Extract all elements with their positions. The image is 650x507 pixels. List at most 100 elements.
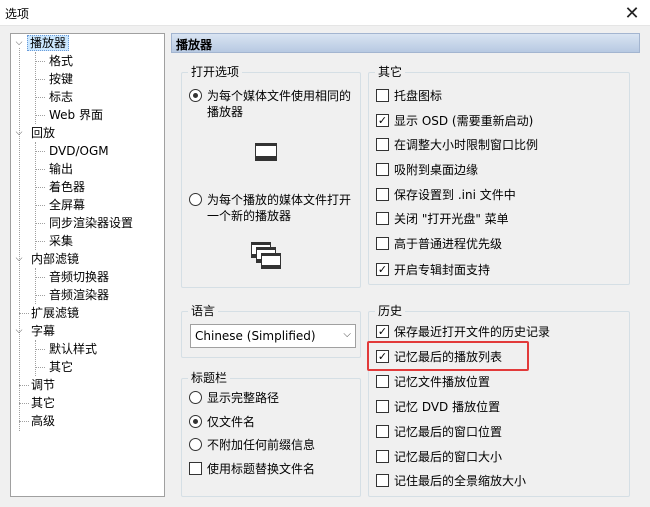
- checkbox-replace-title[interactable]: 使用标题替换文件名: [189, 459, 315, 477]
- tree-item-capture[interactable]: 采集: [45, 232, 77, 250]
- tree-item-web-ui[interactable]: Web 界面: [45, 106, 107, 124]
- radio-same-player[interactable]: 为每个媒体文件使用相同的播放器: [189, 88, 359, 120]
- checkbox[interactable]: [189, 461, 202, 475]
- group-title: 历史: [375, 304, 406, 318]
- tree-item-label: 扩展滤镜: [31, 306, 80, 320]
- tree-item-label: 全屏幕: [49, 198, 86, 212]
- checkbox-snap-edges[interactable]: 吸附到桌面边缘: [376, 160, 478, 178]
- radio-label: 不附加任何前缀信息: [207, 438, 316, 452]
- tree-item-dvd-ogm[interactable]: DVD/OGM: [45, 142, 113, 160]
- single-player-icon: [255, 143, 277, 161]
- checkbox[interactable]: [376, 187, 389, 201]
- checkbox-cover-art[interactable]: ✓ 开启专辑封面支持: [376, 260, 490, 278]
- chevron-down-icon[interactable]: ⌵: [14, 124, 24, 142]
- chevron-down-icon[interactable]: ⌵: [14, 322, 24, 340]
- checkbox[interactable]: ✓: [376, 262, 389, 276]
- tree-item-keys[interactable]: 按键: [45, 70, 77, 88]
- tree-item-format[interactable]: 格式: [45, 52, 77, 70]
- radio-new-player[interactable]: 为每个播放的媒体文件打开一个新的播放器: [189, 192, 359, 224]
- tree-item-logo[interactable]: 标志: [45, 88, 77, 106]
- tree-item-subtitles[interactable]: 字幕: [27, 322, 59, 340]
- tree-item-label: 输出: [49, 162, 74, 176]
- tree-item-subtitle-misc[interactable]: 其它: [45, 358, 77, 376]
- checkbox[interactable]: [376, 449, 389, 463]
- tree-item-tweaks[interactable]: 调节: [27, 376, 59, 394]
- checkbox-show-osd[interactable]: ✓ 显示 OSD (需要重新启动): [376, 111, 533, 129]
- checkbox[interactable]: [376, 137, 389, 151]
- tree-item-label: 按键: [49, 72, 74, 86]
- language-select[interactable]: Chinese (Simplified) ⌵: [190, 324, 356, 348]
- tree-item-label: 默认样式: [49, 342, 98, 356]
- chevron-down-icon: ⌵: [343, 329, 351, 340]
- group-title: 其它: [375, 65, 406, 79]
- checkbox[interactable]: [376, 211, 389, 225]
- tree-item-playback[interactable]: 回放: [27, 124, 59, 142]
- checkbox[interactable]: ✓: [376, 113, 389, 127]
- tree-item-internal-filters[interactable]: 内部滤镜: [27, 250, 83, 268]
- tree-item-default-style[interactable]: 默认样式: [45, 340, 101, 358]
- checkbox-remember-window-pos[interactable]: 记忆最后的窗口位置: [376, 422, 502, 440]
- tree-item-audio-switcher[interactable]: 音频切换器: [45, 268, 113, 286]
- radio-button[interactable]: [189, 415, 202, 428]
- checkbox-limit-aspect[interactable]: 在调整大小时限制窗口比例: [376, 135, 538, 153]
- checkbox-label: 高于普通进程优先级: [394, 236, 503, 251]
- tree-item-label: 同步渲染器设置: [49, 216, 134, 230]
- checkbox-tray-icon[interactable]: 托盘图标: [376, 86, 442, 104]
- checkbox-high-priority[interactable]: 高于普通进程优先级: [376, 234, 502, 252]
- tree-item-audio-renderer[interactable]: 音频渲染器: [45, 286, 113, 304]
- radio-button[interactable]: [189, 438, 202, 451]
- radio-button[interactable]: [189, 193, 202, 206]
- radio-button[interactable]: [189, 89, 202, 102]
- checkbox[interactable]: [376, 399, 389, 413]
- tree-item-label: 音频切换器: [49, 270, 110, 284]
- tree-item-label: DVD/OGM: [49, 144, 109, 158]
- checkbox-label: 保存设置到 .ini 文件中: [394, 187, 516, 202]
- multiple-players-icon: [251, 242, 281, 269]
- radio-label: 仅文件名: [207, 415, 256, 429]
- checkbox-keep-history[interactable]: ✓ 保存最近打开文件的历史记录: [376, 322, 550, 340]
- checkbox-label: 关闭 "打开光盘" 菜单: [394, 211, 509, 226]
- checkbox-close-disc-menu[interactable]: 关闭 "打开光盘" 菜单: [376, 209, 509, 227]
- radio-full-path[interactable]: 显示完整路径: [189, 390, 279, 406]
- checkbox-label: 开启专辑封面支持: [394, 262, 491, 277]
- checkbox-label: 记忆 DVD 播放位置: [394, 399, 501, 414]
- close-icon[interactable]: ✕: [614, 0, 650, 26]
- radio-button[interactable]: [189, 391, 202, 404]
- checkbox-remember-window-size[interactable]: 记忆最后的窗口大小: [376, 447, 502, 465]
- tree-item-advanced[interactable]: 高级: [27, 412, 59, 430]
- tree-item-label: 内部滤镜: [31, 252, 80, 266]
- tree-item-label: 采集: [49, 234, 74, 248]
- tree-item-external-filters[interactable]: 扩展滤镜: [27, 304, 83, 322]
- tree-item-misc[interactable]: 其它: [27, 394, 59, 412]
- title-bar: 选项 ✕: [0, 0, 650, 26]
- checkbox[interactable]: [376, 374, 389, 388]
- chevron-down-icon[interactable]: ⌵: [14, 34, 24, 52]
- checkbox[interactable]: [376, 424, 389, 438]
- tree-item-shaders[interactable]: 着色器: [45, 178, 89, 196]
- checkbox[interactable]: [376, 473, 389, 487]
- checkbox[interactable]: [376, 162, 389, 176]
- checkbox-label: 保存最近打开文件的历史记录: [394, 324, 551, 339]
- tree-item-label: 格式: [49, 54, 74, 68]
- checkbox-remember-file-pos[interactable]: 记忆文件播放位置: [376, 372, 490, 390]
- checkbox[interactable]: [376, 236, 389, 250]
- checkbox-label: 记忆文件播放位置: [394, 374, 491, 389]
- checkbox[interactable]: ✓: [376, 324, 389, 338]
- tree-item-fullscreen[interactable]: 全屏幕: [45, 196, 89, 214]
- chevron-down-icon[interactable]: ⌵: [14, 250, 24, 268]
- window-title: 选项: [5, 7, 30, 21]
- tree-item-output[interactable]: 输出: [45, 160, 77, 178]
- tree-item-label: 着色器: [49, 180, 86, 194]
- tree-item-label: 标志: [49, 90, 74, 104]
- radio-file-name-only[interactable]: 仅文件名: [189, 414, 255, 430]
- options-tree[interactable]: ⌵ ⌵ ⌵ ⌵ 播放器 格式 按键 标志 Web 界面 回放 DVD/OGM 输…: [10, 33, 165, 497]
- checkbox-remember-dvd-pos[interactable]: 记忆 DVD 播放位置: [376, 397, 500, 415]
- tree-item-sync-renderer[interactable]: 同步渲染器设置: [45, 214, 137, 232]
- tree-item-player[interactable]: 播放器: [27, 34, 70, 52]
- checkbox[interactable]: [376, 88, 389, 102]
- radio-no-prefix[interactable]: 不附加任何前缀信息: [189, 437, 315, 453]
- tree-item-label: 其它: [49, 360, 74, 374]
- tree-item-label: 其它: [31, 396, 56, 410]
- checkbox-save-ini[interactable]: 保存设置到 .ini 文件中: [376, 185, 516, 203]
- checkbox-remember-pan-scan[interactable]: 记住最后的全景缩放大小: [376, 471, 526, 489]
